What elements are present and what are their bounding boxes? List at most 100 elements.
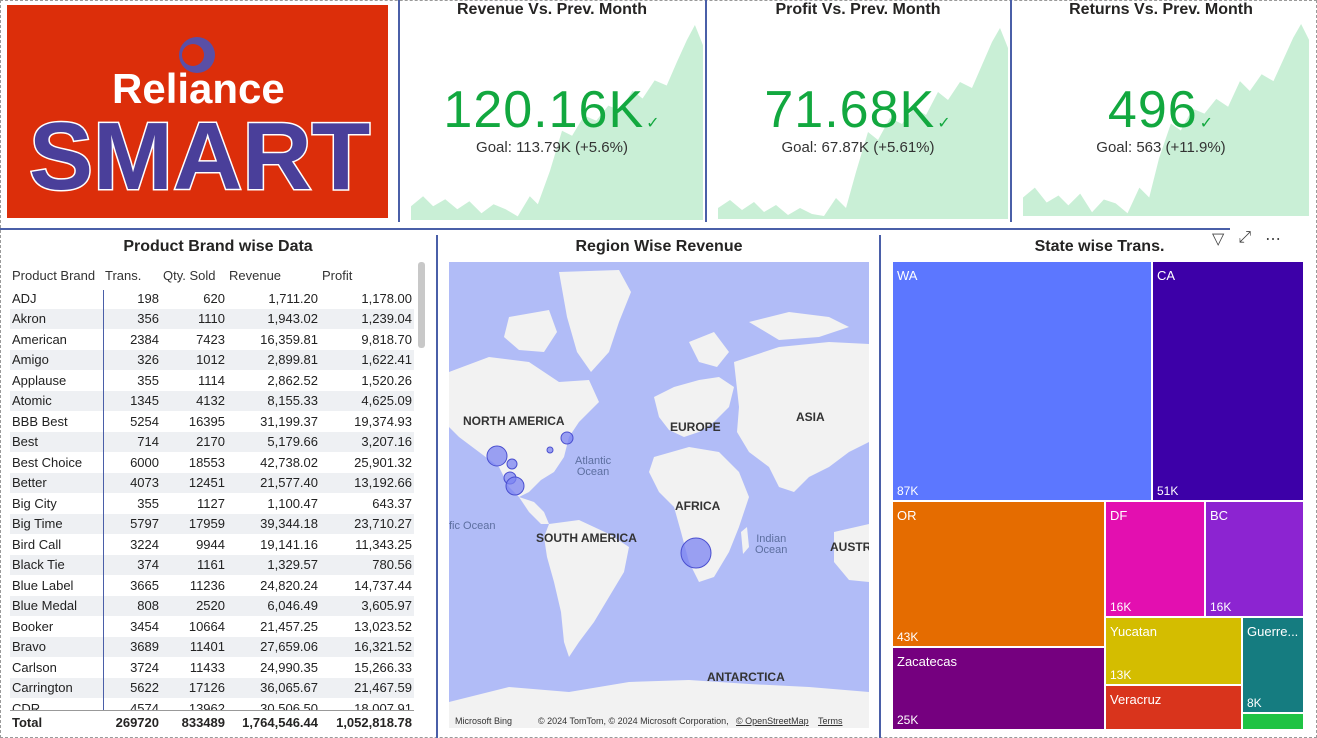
table-row[interactable]: Amigo 326 1012 2,899.81 1,622.41 xyxy=(10,349,414,370)
table-cell: 1345 xyxy=(103,390,161,411)
table-cell: 24,990.35 xyxy=(260,659,318,675)
visual-header-toolbar: ▽ ⤢ ⋯ xyxy=(1212,229,1281,249)
table-cell: 39,344.18 xyxy=(227,513,320,534)
table-cell: 1127 xyxy=(197,495,225,511)
table-row[interactable]: Bird Call 3224 9944 19,141.16 11,343.25 xyxy=(10,534,414,555)
table-cell: 21,577.40 xyxy=(227,472,320,493)
table-row[interactable]: Best 714 2170 5,179.66 3,207.16 xyxy=(10,431,414,452)
map-bubble[interactable] xyxy=(506,458,518,470)
divider xyxy=(0,228,1230,230)
focus-mode-icon[interactable]: ⤢ xyxy=(1238,229,1251,249)
table-row[interactable]: Bravo 3689 11401 27,659.06 16,321.52 xyxy=(10,636,414,657)
table-cell: 11401 xyxy=(161,636,227,657)
table-cell: 9,818.70 xyxy=(361,331,412,347)
map-bubble[interactable] xyxy=(486,445,508,467)
map-bubble[interactable] xyxy=(505,476,525,496)
total-trans: 269720 xyxy=(115,715,159,730)
table-cell: 4574 xyxy=(130,700,159,710)
table-row[interactable]: CDR 4574 13962 30,506.50 18,007.91 xyxy=(10,698,414,710)
table-cell: 15,266.33 xyxy=(354,659,412,675)
table-cell: 1110 xyxy=(161,308,227,329)
table-cell: 11,343.25 xyxy=(355,536,412,552)
table-row[interactable]: Best Choice 6000 18553 42,738.02 25,901.32 xyxy=(10,452,414,473)
treemap-tile[interactable]: Zacatecas 25K xyxy=(893,648,1106,731)
table-cell: 714 xyxy=(103,431,161,452)
table-row[interactable]: Big City 355 1127 1,100.47 643.37 xyxy=(10,493,414,514)
region-map[interactable]: NORTH AMERICA EUROPE ASIA AFRICA SOUTH A… xyxy=(449,262,869,728)
table-cell: 17959 xyxy=(161,513,227,534)
more-options-icon[interactable]: ⋯ xyxy=(1265,229,1281,249)
table-cell: 2,899.81 xyxy=(227,349,320,370)
osm-link[interactable]: © OpenStreetMap xyxy=(736,716,809,726)
terms-link[interactable]: Terms xyxy=(818,716,843,726)
table-row[interactable]: Better 4073 12451 21,577.40 13,192.66 xyxy=(10,472,414,493)
brand-table-body[interactable]: ADJ 198 620 1,711.20 1,178.00 Akron 356 1110 1,9… xyxy=(10,288,414,710)
table-row[interactable]: Carlson 3724 11433 24,990.35 15,266.33 xyxy=(10,657,414,678)
map-bubble[interactable] xyxy=(560,431,574,445)
filter-icon[interactable]: ▽ xyxy=(1212,229,1224,249)
column-header[interactable]: Revenue xyxy=(227,262,320,288)
brand-table-header: Product Brand Trans. Qty. Sold Revenue P… xyxy=(10,262,414,288)
state-treemap[interactable]: WA 87K CA 51K OR 43K DF 16K BC 16K Zacatecas 2… xyxy=(893,262,1305,731)
brand-table-total-row: Total 269720 833489 1,764,546.44 1,052,8… xyxy=(10,710,414,734)
total-profit: 1,052,818.78 xyxy=(336,715,412,730)
table-cell: 24,820.24 xyxy=(260,577,318,593)
table-cell: 42,738.02 xyxy=(260,454,318,470)
table-row[interactable]: Carrington 5622 17126 36,065.67 21,467.59 xyxy=(10,677,414,698)
kpi-card-returns[interactable]: Returns Vs. Prev. Month 496 ✓ Goal: 563 (… xyxy=(1013,0,1309,222)
column-header[interactable]: Trans. xyxy=(103,262,161,288)
table-row[interactable]: Atomic 1345 4132 8,155.33 4,625.09 xyxy=(10,390,414,411)
table-cell: 3454 xyxy=(130,618,159,634)
table-cell: 3689 xyxy=(103,636,161,657)
table-row[interactable]: Booker 3454 10664 21,457.25 13,023.52 xyxy=(10,616,414,637)
bing-logo: Microsoft Bing xyxy=(455,716,513,726)
table-cell: 21,457.25 xyxy=(260,618,318,634)
treemap-tile[interactable]: Veracruz xyxy=(1106,686,1243,731)
table-cell: 1,711.20 xyxy=(268,290,318,306)
kpi-card-profit[interactable]: Profit Vs. Prev. Month 71.68K ✓ Goal: 67.… xyxy=(708,0,1008,222)
table-cell: 198 xyxy=(137,290,159,306)
table-row[interactable]: BBB Best 5254 16395 31,199.37 19,374.93 xyxy=(10,411,414,432)
divider xyxy=(436,235,438,738)
table-cell: 8,155.33 xyxy=(227,390,320,411)
table-row[interactable]: Blue Medal 808 2520 6,046.49 3,605.97 xyxy=(10,595,414,616)
table-row[interactable]: Applause 355 1114 2,862.52 1,520.26 xyxy=(10,370,414,391)
table-row[interactable]: Akron 356 1110 1,943.02 1,239.04 xyxy=(10,308,414,329)
column-header[interactable]: Qty. Sold xyxy=(161,262,227,288)
table-cell: 19,141.16 xyxy=(260,536,318,552)
table-cell: 25,901.32 xyxy=(354,454,412,470)
table-row[interactable]: Black Tie 374 1161 1,329.57 780.56 xyxy=(10,554,414,575)
map-bubble[interactable] xyxy=(680,537,712,569)
table-cell: Big Time xyxy=(10,513,103,534)
treemap-tile[interactable]: OR 43K xyxy=(893,502,1106,648)
table-cell: Atomic xyxy=(10,390,103,411)
kpi-card-revenue[interactable]: Revenue Vs. Prev. Month 120.16K ✓ Goal: 1… xyxy=(401,0,703,222)
treemap-tile[interactable]: Guerre... 8K xyxy=(1243,618,1305,714)
table-row[interactable]: Blue Label 3665 11236 24,820.24 14,737.44 xyxy=(10,575,414,596)
table-cell: 13962 xyxy=(188,700,225,710)
divider xyxy=(879,235,881,738)
table-row[interactable]: American 2384 7423 16,359.81 9,818.70 xyxy=(10,329,414,350)
column-header[interactable]: Product Brand xyxy=(10,262,103,288)
treemap-tile[interactable]: WA 87K xyxy=(893,262,1153,502)
table-cell: 5622 xyxy=(103,677,161,698)
table-cell: 1,178.00 xyxy=(361,290,412,306)
treemap-tile[interactable]: CA 51K xyxy=(1153,262,1305,502)
column-header[interactable]: Profit xyxy=(320,262,414,288)
table-cell: 356 xyxy=(103,308,161,329)
table-row[interactable]: ADJ 198 620 1,711.20 1,178.00 xyxy=(10,288,414,309)
table-cell: 31,199.37 xyxy=(260,413,318,429)
table-cell: Blue Medal xyxy=(10,595,103,616)
treemap-tile[interactable] xyxy=(1243,714,1305,731)
table-row[interactable]: Big Time 5797 17959 39,344.18 23,710.27 xyxy=(10,513,414,534)
map-bubble[interactable] xyxy=(546,446,554,454)
kpi-value: 496 ✓ xyxy=(1107,81,1215,139)
treemap-tile[interactable]: Yucatan 13K xyxy=(1106,618,1243,686)
table-scrollbar[interactable] xyxy=(418,262,425,348)
table-cell: Bird Call xyxy=(12,536,62,552)
table-cell: American xyxy=(12,331,67,347)
table-cell: 21,467.59 xyxy=(320,677,414,698)
treemap-tile[interactable]: BC 16K xyxy=(1206,502,1305,618)
treemap-tile[interactable]: DF 16K xyxy=(1106,502,1206,618)
table-cell: 3224 xyxy=(130,536,159,552)
